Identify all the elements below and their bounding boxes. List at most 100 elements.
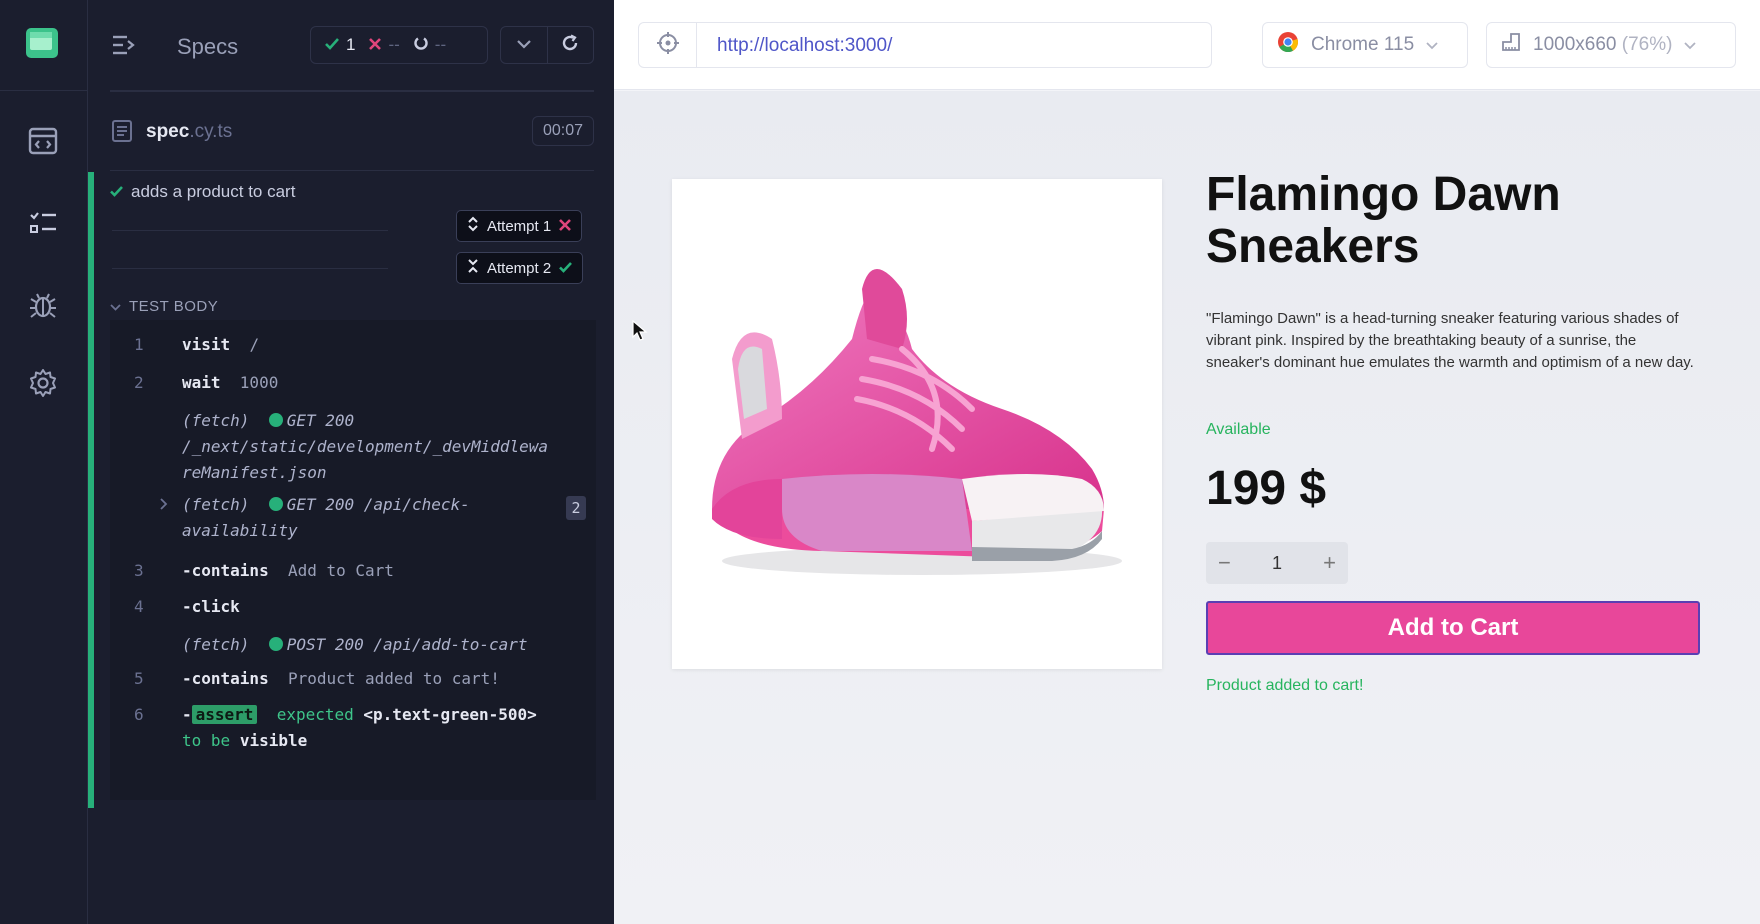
add-to-cart-button[interactable]: Add to Cart [1206,601,1700,655]
viewport-select[interactable]: 1000x660 (76%) [1486,22,1736,68]
selector-playground-button[interactable] [639,23,697,67]
command-contains-added[interactable]: 5 -contains Product added to cart! [110,666,596,692]
cypress-logo-icon[interactable] [26,28,58,58]
check-icon [325,35,339,55]
command-body: (fetch) GET 200 /_next/static/developmen… [182,411,549,482]
request-count-badge: 2 [566,496,586,520]
command-body: -contains Product added to cart! [182,669,500,688]
spec-divider [110,170,594,171]
status-dot-icon [268,637,283,651]
specs-list-icon[interactable] [26,206,60,240]
attempt-1-line [112,230,388,231]
chevron-down-icon [110,298,121,315]
expand-arrows-icon [467,216,479,236]
settings-gear-icon[interactable] [26,366,60,400]
passed-count: 1 [346,35,356,54]
url-field[interactable]: http://localhost:3000/ [638,22,1212,68]
command-body: wait 1000 [182,373,279,392]
pending-circle-icon [414,35,428,55]
spec-duration: 00:07 [531,116,594,146]
command-contains-add[interactable]: 3 -contains Add to Cart [110,558,596,584]
nav-rail [0,0,88,924]
chevron-down-icon [1426,34,1438,56]
chevron-right-icon[interactable] [160,492,168,518]
test-pass-bar [88,172,94,808]
specs-menu-icon[interactable] [112,34,136,61]
availability-status: Available [1206,421,1271,438]
command-number: 6 [134,705,144,724]
assert-badge: assert [191,705,258,724]
rail-divider [0,90,88,91]
test-passed-check-icon [110,182,123,202]
test-stats: 1 -- -- [310,26,488,64]
increment-button[interactable]: + [1323,550,1336,576]
pending-stat: -- [414,35,446,55]
runs-icon[interactable] [26,124,60,158]
chevron-down-icon [517,36,531,54]
attempt-1-label: Attempt 1 [487,217,552,235]
browser-name: Chrome 115 [1311,34,1415,55]
pending-count: -- [434,35,447,54]
spec-file-ext: .cy.ts [189,121,233,142]
header-divider [110,90,594,92]
product-price: 199 $ [1206,462,1327,515]
command-assert[interactable]: 6 - assert expected <p.text-green-500> to… [110,702,596,754]
application-under-test: Flamingo Dawn Sneakers "Flamingo Dawn" i… [614,91,1760,924]
command-wait[interactable]: 2 wait 1000 [110,370,596,396]
command-number: 1 [134,335,144,354]
ruler-icon [1501,32,1521,58]
command-fetch-manifest[interactable]: (fetch) GET 200 /_next/static/developmen… [110,408,596,486]
attempt-dividers [112,220,412,280]
url-text: http://localhost:3000/ [717,35,893,56]
command-fetch-add-to-cart[interactable]: (fetch) POST 200 /api/add-to-cart [110,632,596,658]
chrome-logo-icon [1277,31,1299,59]
test-body-header[interactable]: TEST BODY [110,298,218,315]
product-description: "Flamingo Dawn" is a head-turning sneake… [1206,310,1694,371]
command-click[interactable]: 4 -click [110,594,596,620]
passed-stat: 1 [325,35,355,55]
browser-select[interactable]: Chrome 115 [1262,22,1468,68]
reporter-controls [500,26,594,64]
product-title: Flamingo Dawn Sneakers [1206,168,1561,273]
spec-file-row[interactable]: spec.cy.ts 00:07 [110,112,594,152]
attempt-passed-check-icon [559,260,573,277]
failed-stat: -- [369,35,400,55]
debug-bug-icon[interactable] [26,288,60,322]
collapse-toggle-button[interactable] [501,27,547,63]
specs-label[interactable]: Specs [177,34,238,60]
attempt-2-label: Attempt 2 [487,259,552,277]
reporter-header: Specs 1 -- -- [88,0,614,90]
spec-file-name: spec.cy.ts [146,121,233,142]
failed-count: -- [388,35,400,54]
crosshair-icon [656,31,679,59]
browser-toolbar: http://localhost:3000/ Chrome 115 1000x6… [614,0,1760,90]
command-body: visit / [182,335,260,354]
command-body: - assert expected <p.text-green-500> to b… [182,705,537,750]
attempt-2-tag[interactable]: Attempt 2 [456,252,584,284]
rerun-button[interactable] [546,27,593,63]
decrement-button[interactable]: − [1218,550,1231,576]
chevron-down-icon [1684,34,1697,56]
command-fetch-availability[interactable]: (fetch) GET 200 /api/check- availability… [110,492,596,544]
test-title-row[interactable]: adds a product to cart [110,182,295,202]
product-image [672,179,1162,669]
collapse-arrows-icon [467,258,479,278]
attempt-1-tag[interactable]: Attempt 1 [456,210,583,242]
command-body: (fetch) POST 200 /api/add-to-cart [182,635,528,654]
viewport-size: 1000x660 (76%) [1533,34,1673,55]
added-to-cart-message: Product added to cart! [1206,677,1364,694]
attempt-2-line [112,268,388,269]
quantity-stepper: − 1 + [1206,542,1348,584]
x-icon [369,35,382,55]
command-visit[interactable]: 1 visit / [110,332,596,358]
test-title: adds a product to cart [131,182,296,201]
sneaker-image-icon [712,269,1122,575]
app-preview-panel: http://localhost:3000/ Chrome 115 1000x6… [614,0,1760,924]
mouse-cursor-icon [632,319,648,347]
status-dot-icon [268,413,283,427]
quantity-value[interactable]: 1 [1272,553,1282,574]
command-number: 3 [134,561,144,580]
test-body-label: TEST BODY [129,298,219,315]
status-dot-icon [268,497,283,511]
command-number: 5 [134,669,144,688]
